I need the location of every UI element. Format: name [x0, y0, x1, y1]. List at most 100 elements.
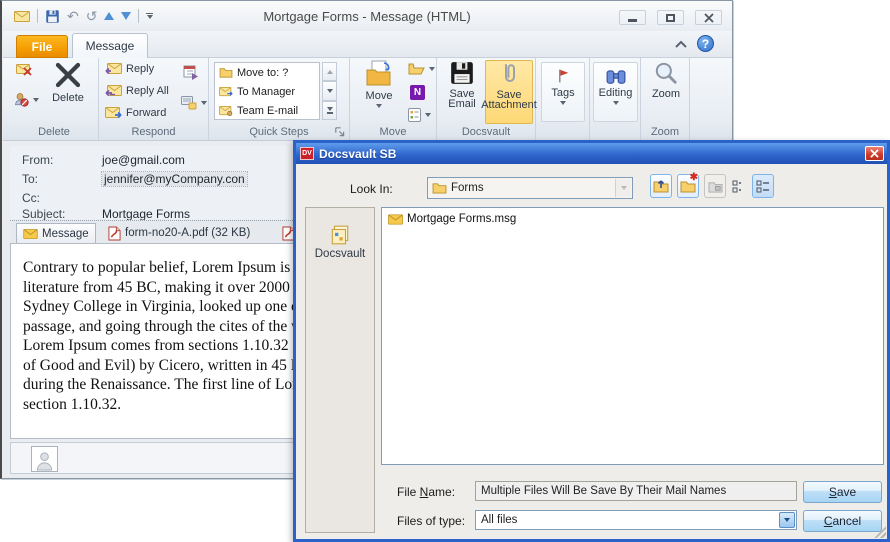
message-view-tab[interactable]: Message — [16, 223, 96, 243]
junk-icon — [15, 93, 29, 107]
files-of-type-combobox[interactable]: All files — [475, 510, 797, 530]
tags-button[interactable]: Tags — [541, 62, 585, 122]
cc-label: Cc: — [22, 191, 40, 205]
save-attachment-button[interactable]: Save Attachment — [481, 60, 537, 124]
files-of-type-dropdown-arrow[interactable] — [779, 512, 795, 528]
envelope-arrow-icon — [219, 86, 233, 96]
file-name-label: File Name: — [397, 485, 456, 499]
close-button[interactable] — [695, 10, 722, 25]
quick-step-to-manager[interactable]: To Manager — [215, 82, 319, 101]
forward-icon — [105, 107, 122, 119]
help-icon[interactable]: ? — [697, 35, 714, 52]
gallery-scroll-up[interactable] — [322, 62, 337, 82]
files-of-type-label: Files of type: — [397, 514, 466, 528]
binoculars-icon — [606, 70, 625, 84]
ribbon-group-quick-steps: Move to: ? To Manager Team E-mail Quick … — [209, 58, 350, 140]
ignore-icon — [16, 64, 32, 76]
next-item-icon[interactable] — [121, 12, 132, 20]
gallery-more-button[interactable] — [322, 100, 337, 120]
new-folder-button[interactable]: ✱ — [677, 172, 699, 198]
attachment-name: form-no20-A.pdf (32 KB) — [125, 227, 251, 239]
undo-icon[interactable]: ↶ — [67, 9, 79, 23]
ribbon-group-respond: Reply Reply All Forward Respond — [99, 58, 209, 140]
flag-icon — [558, 69, 568, 83]
tags-button-label: Tags — [551, 87, 575, 99]
gallery-scroll-down[interactable] — [322, 81, 337, 101]
mail-app-icon — [14, 10, 30, 22]
minimize-button[interactable] — [619, 10, 646, 25]
dialog-title-bar: DV Docsvault SB — [296, 143, 887, 164]
up-one-level-button[interactable] — [650, 174, 672, 198]
file-list[interactable]: Mortgage Forms.msg — [381, 207, 884, 465]
dialog-launcher-icon[interactable] — [334, 126, 346, 138]
quick-step-move-to[interactable]: Move to: ? — [215, 63, 319, 82]
file-name-value: Multiple Files Will Be Save By Their Mai… — [481, 485, 727, 497]
zoom-button[interactable]: Zoom — [645, 60, 687, 100]
dropdown-arrow-icon — [429, 66, 435, 71]
new-folder-star: ✱ — [689, 172, 698, 183]
look-in-label: Look In: — [350, 182, 393, 196]
save-email-button[interactable]: Save Email — [441, 60, 483, 124]
team-email-icon — [219, 105, 233, 116]
dropdown-arrow-icon — [612, 101, 619, 105]
from-value: joe@gmail.com — [102, 153, 185, 167]
actions-button[interactable] — [408, 108, 431, 122]
dropdown-arrow-icon — [425, 113, 431, 117]
dropdown-arrow-icon — [376, 104, 382, 108]
reply-button[interactable]: Reply — [105, 63, 154, 75]
rules-button[interactable] — [408, 62, 435, 75]
reply-all-button[interactable]: Reply All — [105, 85, 169, 97]
quick-steps-gallery: Move to: ? To Manager Team E-mail — [214, 62, 320, 120]
quick-step-team-email[interactable]: Team E-mail — [215, 101, 319, 120]
look-in-dropdown-arrow — [615, 179, 631, 197]
reply-all-label: Reply All — [126, 85, 169, 97]
file-list-item[interactable]: Mortgage Forms.msg — [388, 213, 516, 225]
onenote-icon: N — [410, 85, 425, 100]
tab-file[interactable]: File — [16, 35, 68, 58]
pdf-icon — [108, 226, 121, 240]
actions-icon — [408, 108, 421, 122]
collapse-ribbon-icon[interactable] — [674, 40, 688, 49]
previous-item-icon[interactable] — [104, 12, 115, 20]
restore-button[interactable] — [657, 10, 684, 25]
meeting-button[interactable] — [183, 64, 199, 80]
onenote-button[interactable]: N — [410, 85, 425, 100]
list-view-button[interactable] — [728, 174, 750, 198]
screenshot-root: ↶ ↺ Mortgage Forms - Message (HTML) File… — [0, 0, 890, 542]
toolbar-separator — [138, 9, 140, 23]
save-icon[interactable] — [45, 9, 60, 24]
toolbar-separator — [37, 9, 38, 23]
cancel-button[interactable]: Cancel — [803, 510, 882, 532]
zoom-button-label: Zoom — [651, 88, 681, 100]
ignore-button[interactable] — [16, 64, 32, 76]
move-button-label: Move — [365, 90, 393, 102]
contact-photo[interactable] — [31, 446, 58, 472]
tab-message[interactable]: Message — [72, 33, 148, 58]
save-button[interactable]: Save — [803, 481, 882, 503]
delete-x-icon — [55, 62, 81, 88]
look-in-combobox[interactable]: Forms — [427, 177, 633, 199]
editing-button[interactable]: Editing — [593, 62, 638, 122]
folder-icon — [219, 68, 233, 78]
move-button[interactable]: Move — [355, 60, 403, 108]
attachment-tab-pdf[interactable]: form-no20-A.pdf (32 KB) — [102, 223, 256, 243]
dialog-close-button[interactable] — [865, 146, 884, 161]
reply-all-icon — [105, 85, 122, 97]
to-value[interactable]: jennifer@myCompany.con — [101, 171, 248, 187]
msg-file-icon — [388, 213, 403, 225]
sidebar-item-docsvault[interactable]: Docsvault — [306, 224, 374, 260]
person-icon — [36, 452, 53, 471]
redo-icon[interactable]: ↺ — [86, 9, 98, 23]
ribbon-group-move: Move N Move — [350, 58, 437, 140]
details-view-button[interactable] — [752, 174, 774, 198]
save-attachment-label-2: Attachment — [481, 99, 537, 111]
more-respond-button[interactable] — [181, 96, 207, 110]
forward-button[interactable]: Forward — [105, 107, 166, 119]
delete-button[interactable]: Delete — [42, 60, 94, 104]
ribbon: Delete Delete Reply Reply All Forward Re… — [3, 58, 732, 141]
junk-button[interactable] — [14, 92, 39, 107]
dropdown-arrow-icon — [201, 101, 207, 105]
window-title: Mortgage Forms - Message (HTML) — [263, 9, 471, 24]
group-label-respond: Respond — [131, 126, 176, 138]
quick-access-toolbar: ↶ ↺ — [14, 7, 154, 25]
